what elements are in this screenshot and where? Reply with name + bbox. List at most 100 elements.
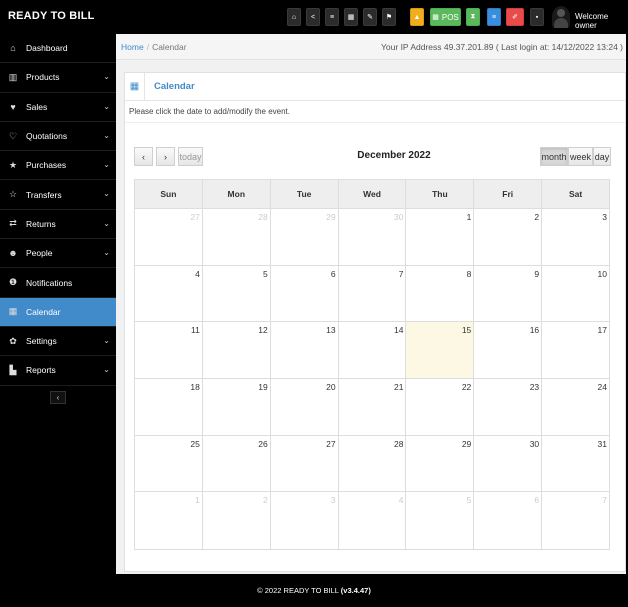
calendar-day-other-month[interactable]: 3 [271,492,339,550]
calendar-day[interactable]: 12 [203,322,271,379]
chevron-down-icon: ⌄ [103,189,110,199]
calendar-day[interactable]: 30 [474,435,543,492]
calendar-day[interactable]: 8 [406,265,475,322]
calendar-day-other-month[interactable]: 5 [406,492,475,550]
edit-icon: ✎ [367,14,373,21]
calendar-day[interactable]: 11 [135,322,203,379]
calendar-day-other-month[interactable]: 29 [271,209,339,265]
weekday-tue: Tue [271,180,339,208]
view-month-button[interactable]: month [540,147,568,166]
view-day-button[interactable]: day [593,147,611,166]
calendar-day[interactable]: 13 [271,322,339,379]
breadcrumb-home-link[interactable]: Home [121,42,144,52]
calendar-day[interactable]: 2 [474,209,543,265]
sidebar-item-transfers[interactable]: ☆ Transfers ⌄ [0,180,116,210]
calendar-day[interactable]: 14 [339,322,407,379]
topbar-button-calendar[interactable]: ▦ [344,8,358,26]
calendar-day[interactable]: 4 [135,265,203,322]
today-button[interactable]: today [178,147,203,166]
calendar-day[interactable]: 24 [542,379,609,435]
next-month-button[interactable]: › [156,147,175,166]
sidebar-item-quotations[interactable]: ♡ Quotations ⌄ [0,122,116,152]
calendar-day-other-month[interactable]: 2 [203,492,271,550]
calendar-day-other-month[interactable]: 27 [135,209,203,265]
calendar-day[interactable]: 29 [406,435,475,492]
sidebar-item-people[interactable]: ☻ People ⌄ [0,239,116,269]
calendar-week-row: 1234567 [135,492,609,550]
alert-icon: ▲ [413,13,421,21]
calendar-day[interactable]: 19 [203,379,271,435]
topbar-button-grid[interactable]: ▪ [530,8,544,26]
calendar-day[interactable]: 28 [339,435,407,492]
calendar-day[interactable]: 23 [474,379,543,435]
breadcrumb-current: Calendar [152,41,187,52]
calendar-toolbar: ‹ › today December 2022 month week day [134,147,619,169]
calendar-day[interactable]: 5 [203,265,271,322]
topbar-button-alert[interactable]: ▲ [410,8,424,26]
sidebar-item-returns[interactable]: ⇄ Returns ⌄ [0,210,116,240]
sidebar: ⌂ Dashboard ▥ Products ⌄ ♥ Sales ⌄ ♡ Quotations ⌄ ★… [0,34,116,574]
user-avatar[interactable] [552,6,570,28]
calendar-day[interactable]: 21 [339,379,407,435]
sidebar-item-products[interactable]: ▥ Products ⌄ [0,63,116,93]
sidebar-item-calendar[interactable]: ▦ Calendar [0,297,116,327]
calendar-day[interactable]: 20 [271,379,339,435]
calendar-day-other-month[interactable]: 7 [542,492,609,549]
calendar-day[interactable]: 31 [542,436,609,492]
calendar-icon: ▦ [347,14,355,21]
prev-month-button[interactable]: ‹ [134,147,153,166]
calendar-day-other-month[interactable]: 6 [474,492,543,550]
sidebar-collapse-button[interactable]: ‹ [50,391,66,404]
calendar-day[interactable]: 1 [406,209,475,265]
topbar-button-home[interactable]: ⌂ [287,8,301,26]
topbar-button-pencil[interactable]: ✐ [506,8,524,26]
calendar-day[interactable]: 9 [474,265,543,322]
calendar-day[interactable]: 17 [542,322,609,378]
topbar-button-pos[interactable]: ▦ POS [430,8,461,26]
calendar-day[interactable]: 10 [542,266,609,322]
calendar-day-other-month[interactable]: 28 [203,209,271,265]
topbar-button-list[interactable]: ≡ [325,8,339,26]
calendar-day-other-month[interactable]: 4 [339,492,407,550]
star-icon: ★ [8,159,18,170]
topbar-button-flag[interactable]: ⚑ [382,8,396,26]
topbar-button-share[interactable]: < [306,8,320,26]
calendar-grid: Sun Mon Tue Wed Thu Fri Sat 27 28 29 30 1 2 3 4 5 6 7 8 9 1… [134,179,610,551]
topbar-button-hourglass[interactable]: ⧗ [466,8,480,26]
calendar-icon: ▦ [8,306,18,317]
sidebar-item-sales[interactable]: ♥ Sales ⌄ [0,93,116,122]
sidebar-item-dashboard[interactable]: ⌂ Dashboard [0,34,116,64]
calendar-day[interactable]: 18 [135,379,203,435]
sidebar-item-reports[interactable]: ▙ Reports ⌄ [0,356,116,386]
calendar-day[interactable]: 22 [406,379,475,435]
grid-icon: ▪ [535,13,539,21]
brand-logo[interactable]: READY TO BILL [8,10,95,22]
calendar-icon: ▦ [125,72,145,101]
sidebar-item-label: Products [26,72,60,83]
welcome-text[interactable]: Welcome owner [575,12,628,30]
info-icon: ❶ [8,277,18,288]
top-navbar: READY TO BILL ⌂ < ≡ ▦ ✎ ⚑ ▲ ▦ POS ⧗ ≡ ✐ ▪ Welcome ow… [0,0,628,34]
view-week-button[interactable]: week [568,147,593,166]
pos-button-label: POS [441,12,459,22]
calendar-day[interactable]: 7 [339,265,407,322]
heart-icon: ♥ [10,101,16,112]
sidebar-item-label: Calendar [26,306,61,317]
calendar-day[interactable]: 25 [135,435,203,492]
sidebar-item-purchases[interactable]: ★ Purchases ⌄ [0,151,116,181]
calendar-day-other-month[interactable]: 1 [135,492,203,550]
topbar-button-edit[interactable]: ✎ [363,8,377,26]
calendar-day-other-month[interactable]: 30 [339,209,407,265]
calendar-day[interactable]: 27 [271,435,339,492]
calendar-month-title: December 2022 [357,150,431,161]
calendar-day-today[interactable]: 15 [406,322,475,379]
calendar-day[interactable]: 16 [474,322,543,379]
calendar-day[interactable]: 6 [271,265,339,322]
sidebar-item-label: People [26,248,53,259]
heart-outline-icon: ♡ [8,130,18,141]
calendar-day[interactable]: 3 [542,209,609,265]
calendar-day[interactable]: 26 [203,435,271,492]
topbar-button-menu[interactable]: ≡ [487,8,501,26]
sidebar-item-settings[interactable]: ✿ Settings ⌄ [0,327,116,357]
sidebar-item-notifications[interactable]: ❶ Notifications [0,268,116,298]
